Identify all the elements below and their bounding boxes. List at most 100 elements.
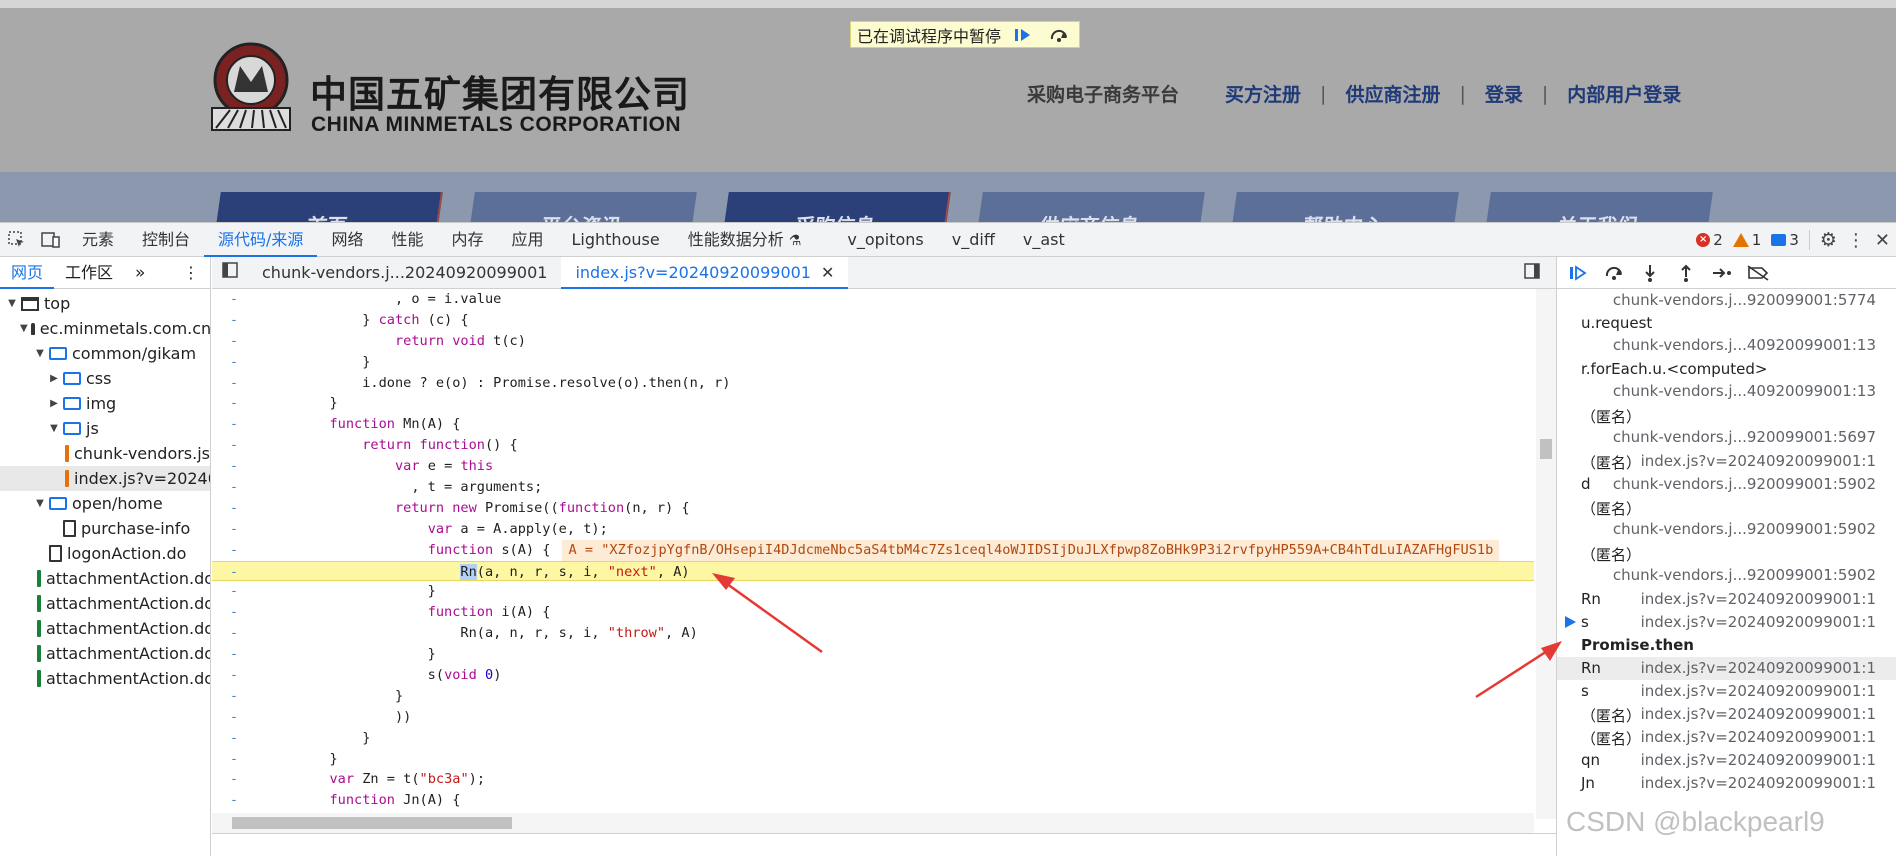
- frame-location[interactable]: index.js?v=20240920099001:1: [1641, 774, 1876, 792]
- tab-v-ast[interactable]: v_ast: [1009, 223, 1079, 257]
- line-gutter[interactable]: -: [212, 456, 252, 477]
- line-gutter[interactable]: -: [212, 393, 252, 414]
- line-gutter[interactable]: -: [212, 644, 252, 665]
- deactivate-breakpoints-icon[interactable]: [1747, 262, 1769, 284]
- resume-execution-icon[interactable]: [1567, 262, 1589, 284]
- line-gutter[interactable]: -: [212, 435, 252, 456]
- frame-location[interactable]: index.js?v=20240920099001:1: [1641, 751, 1876, 769]
- call-frame[interactable]: u.request chunk-vendors.j...40920099001:1…: [1557, 312, 1896, 358]
- more-tabs-icon[interactable]: »: [124, 257, 156, 289]
- call-frame[interactable]: （匿名） index.js?v=20240920099001:1: [1557, 726, 1896, 749]
- code-line[interactable]: - }: [212, 581, 1534, 602]
- code-line[interactable]: - return new Promise((function(n, r) {: [212, 498, 1534, 519]
- collapse-arrow-icon[interactable]: ▶: [48, 373, 60, 384]
- line-gutter[interactable]: -: [212, 331, 252, 352]
- call-frame[interactable]: （匿名） index.js?v=20240920099001:1: [1557, 450, 1896, 473]
- tree-node[interactable]: index.js?v=20240920099001: [0, 466, 210, 491]
- call-frame[interactable]: （匿名） chunk-vendors.j...920099001:5697: [1557, 404, 1896, 450]
- settings-gear-icon[interactable]: ⚙: [1820, 229, 1837, 251]
- tree-node[interactable]: ▼ open/home: [0, 491, 210, 516]
- frame-location[interactable]: chunk-vendors.j...920099001:5902: [1613, 566, 1876, 584]
- code-line[interactable]: - )): [212, 707, 1534, 728]
- code-line[interactable]: - } catch (c) {: [212, 310, 1534, 331]
- close-tab-icon[interactable]: ✕: [821, 263, 834, 282]
- step-over-icon[interactable]: [1045, 24, 1073, 46]
- line-gutter[interactable]: -: [212, 373, 252, 394]
- code-line[interactable]: - s(void 0): [212, 665, 1534, 686]
- message-counter[interactable]: 3: [1771, 231, 1799, 249]
- tree-node[interactable]: chunk-vendors.js: [0, 441, 210, 466]
- scrollbar-thumb[interactable]: [1540, 439, 1552, 459]
- warning-counter[interactable]: 1: [1732, 231, 1761, 249]
- line-gutter[interactable]: -: [212, 562, 252, 581]
- code-line[interactable]: - }: [212, 352, 1534, 373]
- tree-node[interactable]: attachmentAction.do: [0, 641, 210, 666]
- site-nav-tab-home[interactable]: 首页: [215, 192, 443, 222]
- code-view[interactable]: - , o = i.value - } catch (c) {- return v…: [212, 289, 1534, 819]
- call-frame[interactable]: （匿名） index.js?v=20240920099001:1: [1557, 703, 1896, 726]
- paused-code-line[interactable]: - Rn(a, n, r, s, i, "next", A): [212, 560, 1534, 582]
- tree-node[interactable]: attachmentAction.do: [0, 566, 210, 591]
- tab-v-diff[interactable]: v_diff: [938, 223, 1009, 257]
- tree-node[interactable]: ▼ common/gikam: [0, 341, 210, 366]
- code-line[interactable]: - function i(A) {: [212, 602, 1534, 623]
- frame-location[interactable]: index.js?v=20240920099001:1: [1641, 659, 1876, 677]
- expand-arrow-icon[interactable]: ▼: [20, 323, 28, 334]
- frame-location[interactable]: chunk-vendors.j...920099001:5774: [1613, 291, 1876, 309]
- code-line[interactable]: - var e = this: [212, 456, 1534, 477]
- line-gutter[interactable]: -: [212, 602, 252, 623]
- navigator-tab-page[interactable]: 网页: [0, 257, 55, 289]
- call-frame[interactable]: d chunk-vendors.j...920099001:5902: [1557, 473, 1896, 496]
- expand-arrow-icon[interactable]: ▼: [34, 348, 46, 359]
- call-frame[interactable]: r.forEach.u.<computed> chunk-vendors.j...…: [1557, 358, 1896, 404]
- site-nav-tab-about[interactable]: 关于我们: [1485, 192, 1713, 222]
- code-line[interactable]: - function Mn(A) {: [212, 414, 1534, 435]
- frame-location[interactable]: chunk-vendors.j...920099001:5902: [1613, 475, 1876, 493]
- tab-lighthouse[interactable]: Lighthouse: [558, 223, 674, 257]
- frame-location[interactable]: chunk-vendors.j...40920099001:13: [1613, 382, 1876, 400]
- tab-performance[interactable]: 性能: [377, 223, 437, 257]
- toggle-navigator-icon[interactable]: [212, 257, 248, 289]
- tab-application[interactable]: 应用: [497, 223, 557, 257]
- call-frame[interactable]: Rn index.js?v=20240920099001:1: [1557, 588, 1896, 611]
- code-line[interactable]: - , t = arguments;: [212, 477, 1534, 498]
- step-icon[interactable]: [1711, 262, 1733, 284]
- code-line[interactable]: - i.done ? e(o) : Promise.resolve(o).the…: [212, 373, 1534, 394]
- toggle-debugger-icon[interactable]: [1524, 262, 1540, 283]
- call-frame[interactable]: （匿名） chunk-vendors.j...920099001:5902: [1557, 542, 1896, 588]
- close-devtools-icon[interactable]: ✕: [1875, 230, 1890, 251]
- line-gutter[interactable]: -: [212, 728, 252, 749]
- vertical-scrollbar[interactable]: [1536, 289, 1556, 819]
- site-nav-tab-help[interactable]: 帮助中心: [1231, 192, 1459, 222]
- code-line[interactable]: - }: [212, 728, 1534, 749]
- tree-node[interactable]: attachmentAction.do: [0, 666, 210, 691]
- frame-location[interactable]: index.js?v=20240920099001:1: [1641, 705, 1876, 723]
- tree-node[interactable]: ▼ ec.minmetals.com.cn: [0, 316, 210, 341]
- code-line[interactable]: - }: [212, 393, 1534, 414]
- frame-location[interactable]: chunk-vendors.j...920099001:5902: [1613, 520, 1876, 538]
- code-line[interactable]: - }: [212, 686, 1534, 707]
- code-line[interactable]: - function Jn(A) {: [212, 790, 1534, 811]
- code-line[interactable]: - function s(A) {A = "XZfozjpYgfnB/OHsep…: [212, 539, 1534, 561]
- code-line[interactable]: - var Zn = t("bc3a");: [212, 769, 1534, 790]
- site-nav-tab-purchase[interactable]: 采购信息: [723, 192, 951, 222]
- line-gutter[interactable]: -: [212, 581, 252, 602]
- line-gutter[interactable]: -: [212, 790, 252, 811]
- navigator-tab-workspace[interactable]: 工作区: [54, 257, 124, 289]
- tree-node[interactable]: ▶ img: [0, 391, 210, 416]
- tree-node[interactable]: purchase-info: [0, 516, 210, 541]
- tab-network[interactable]: 网络: [317, 223, 377, 257]
- line-gutter[interactable]: -: [212, 352, 252, 373]
- inspect-element-icon[interactable]: [0, 223, 34, 257]
- error-counter[interactable]: × 2: [1696, 231, 1723, 249]
- code-line[interactable]: - return function() {: [212, 435, 1534, 456]
- tree-node[interactable]: logonAction.do: [0, 541, 210, 566]
- tab-sources[interactable]: 源代码/来源: [204, 223, 318, 257]
- tab-console[interactable]: 控制台: [128, 223, 204, 257]
- call-frame[interactable]: Rn index.js?v=20240920099001:1: [1557, 657, 1896, 680]
- frame-location[interactable]: chunk-vendors.j...40920099001:13: [1613, 336, 1876, 354]
- code-line[interactable]: - }: [212, 644, 1534, 665]
- tab-memory[interactable]: 内存: [437, 223, 497, 257]
- tab-performance-insights[interactable]: 性能数据分析 ⚗: [674, 223, 816, 257]
- call-frame[interactable]: s index.js?v=20240920099001:1: [1557, 680, 1896, 703]
